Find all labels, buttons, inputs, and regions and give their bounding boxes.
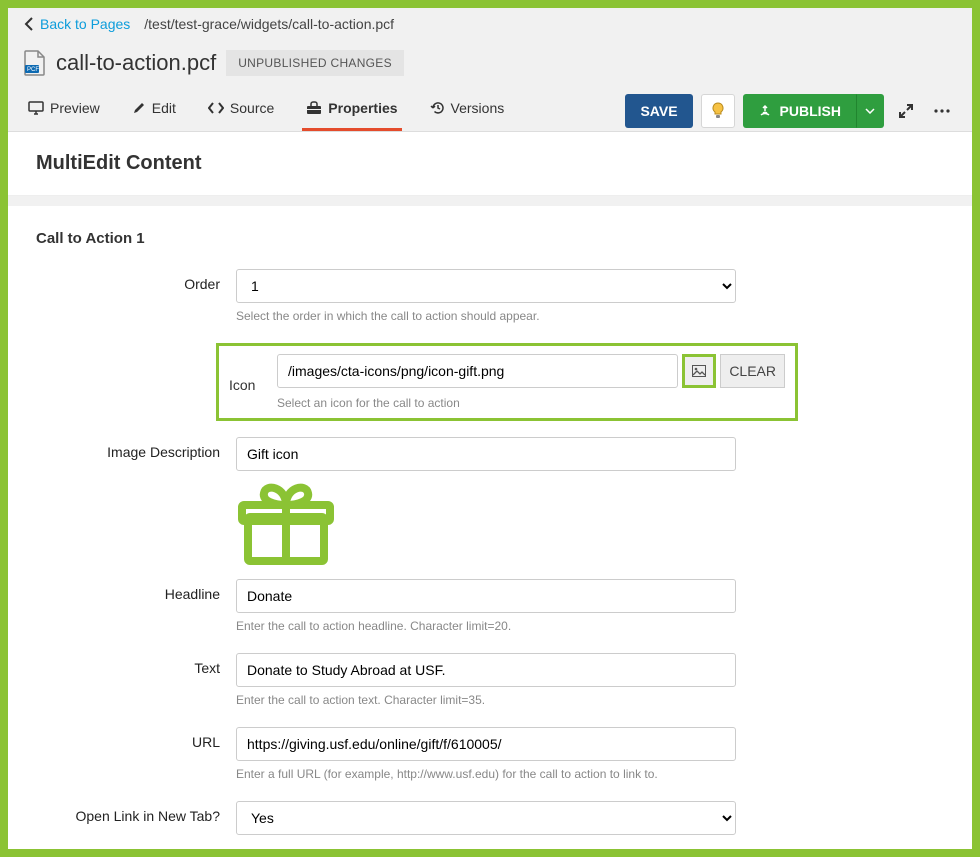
order-select[interactable]: 1	[236, 269, 736, 303]
publish-label: PUBLISH	[780, 103, 841, 119]
tab-versions[interactable]: Versions	[426, 90, 509, 131]
code-icon	[208, 102, 224, 114]
text-help: Enter the call to action text. Character…	[236, 693, 736, 707]
tab-label: Edit	[152, 100, 176, 116]
lightbulb-button[interactable]	[701, 94, 735, 128]
image-description-input[interactable]	[236, 437, 736, 471]
image-description-label: Image Description	[36, 437, 236, 460]
tab-label: Versions	[451, 100, 505, 116]
toolbox-icon	[306, 101, 322, 115]
panel-heading: MultiEdit Content	[8, 132, 972, 196]
expand-icon	[898, 103, 914, 119]
pcf-file-icon: PCF	[24, 50, 46, 76]
expand-button[interactable]	[892, 97, 920, 125]
icon-clear-button[interactable]: CLEAR	[720, 354, 785, 388]
back-to-pages-link[interactable]: Back to Pages	[24, 16, 130, 32]
section-title: Call to Action 1	[36, 230, 944, 247]
history-icon	[430, 101, 445, 115]
publish-button[interactable]: PUBLISH	[743, 94, 856, 128]
image-icon	[692, 365, 706, 377]
headline-label: Headline	[36, 579, 236, 602]
headline-input[interactable]	[236, 579, 736, 613]
icon-picker-button[interactable]	[682, 354, 716, 388]
tab-properties[interactable]: Properties	[302, 90, 401, 131]
chevron-left-icon	[24, 17, 34, 31]
back-label: Back to Pages	[40, 16, 130, 32]
ellipsis-icon	[934, 109, 950, 113]
tab-preview[interactable]: Preview	[24, 90, 104, 131]
order-help: Select the order in which the call to ac…	[236, 309, 736, 323]
headline-help: Enter the call to action headline. Chara…	[236, 619, 736, 633]
caret-down-icon	[865, 108, 875, 114]
url-label: URL	[36, 727, 236, 750]
newtab-label: Open Link in New Tab?	[36, 801, 236, 824]
text-label: Text	[36, 653, 236, 676]
tab-label: Source	[230, 100, 274, 116]
svg-text:PCF: PCF	[27, 67, 39, 73]
pencil-icon	[132, 101, 146, 115]
icon-help: Select an icon for the call to action	[277, 396, 785, 410]
save-button[interactable]: SAVE	[625, 94, 692, 128]
tab-label: Properties	[328, 100, 397, 116]
breadcrumb-path: /test/test-grace/widgets/call-to-action.…	[144, 16, 394, 32]
more-button[interactable]	[928, 103, 956, 119]
icon-path-input[interactable]	[277, 354, 678, 388]
lightbulb-icon	[711, 102, 725, 120]
publish-dropdown-button[interactable]	[856, 94, 884, 128]
monitor-icon	[28, 101, 44, 115]
url-help: Enter a full URL (for example, http://ww…	[236, 767, 736, 781]
tab-source[interactable]: Source	[204, 90, 278, 131]
newtab-select[interactable]: Yes	[236, 801, 736, 835]
status-badge: UNPUBLISHED CHANGES	[226, 50, 404, 76]
order-label: Order	[36, 269, 236, 292]
text-input[interactable]	[236, 653, 736, 687]
tab-label: Preview	[50, 100, 100, 116]
broadcast-icon	[758, 104, 772, 118]
page-filename: call-to-action.pcf	[56, 50, 216, 76]
icon-label: Icon	[229, 371, 277, 393]
icon-highlight-box: Icon CLEAR	[216, 343, 798, 421]
tab-edit[interactable]: Edit	[128, 90, 180, 131]
icon-preview	[236, 477, 736, 569]
url-input[interactable]	[236, 727, 736, 761]
